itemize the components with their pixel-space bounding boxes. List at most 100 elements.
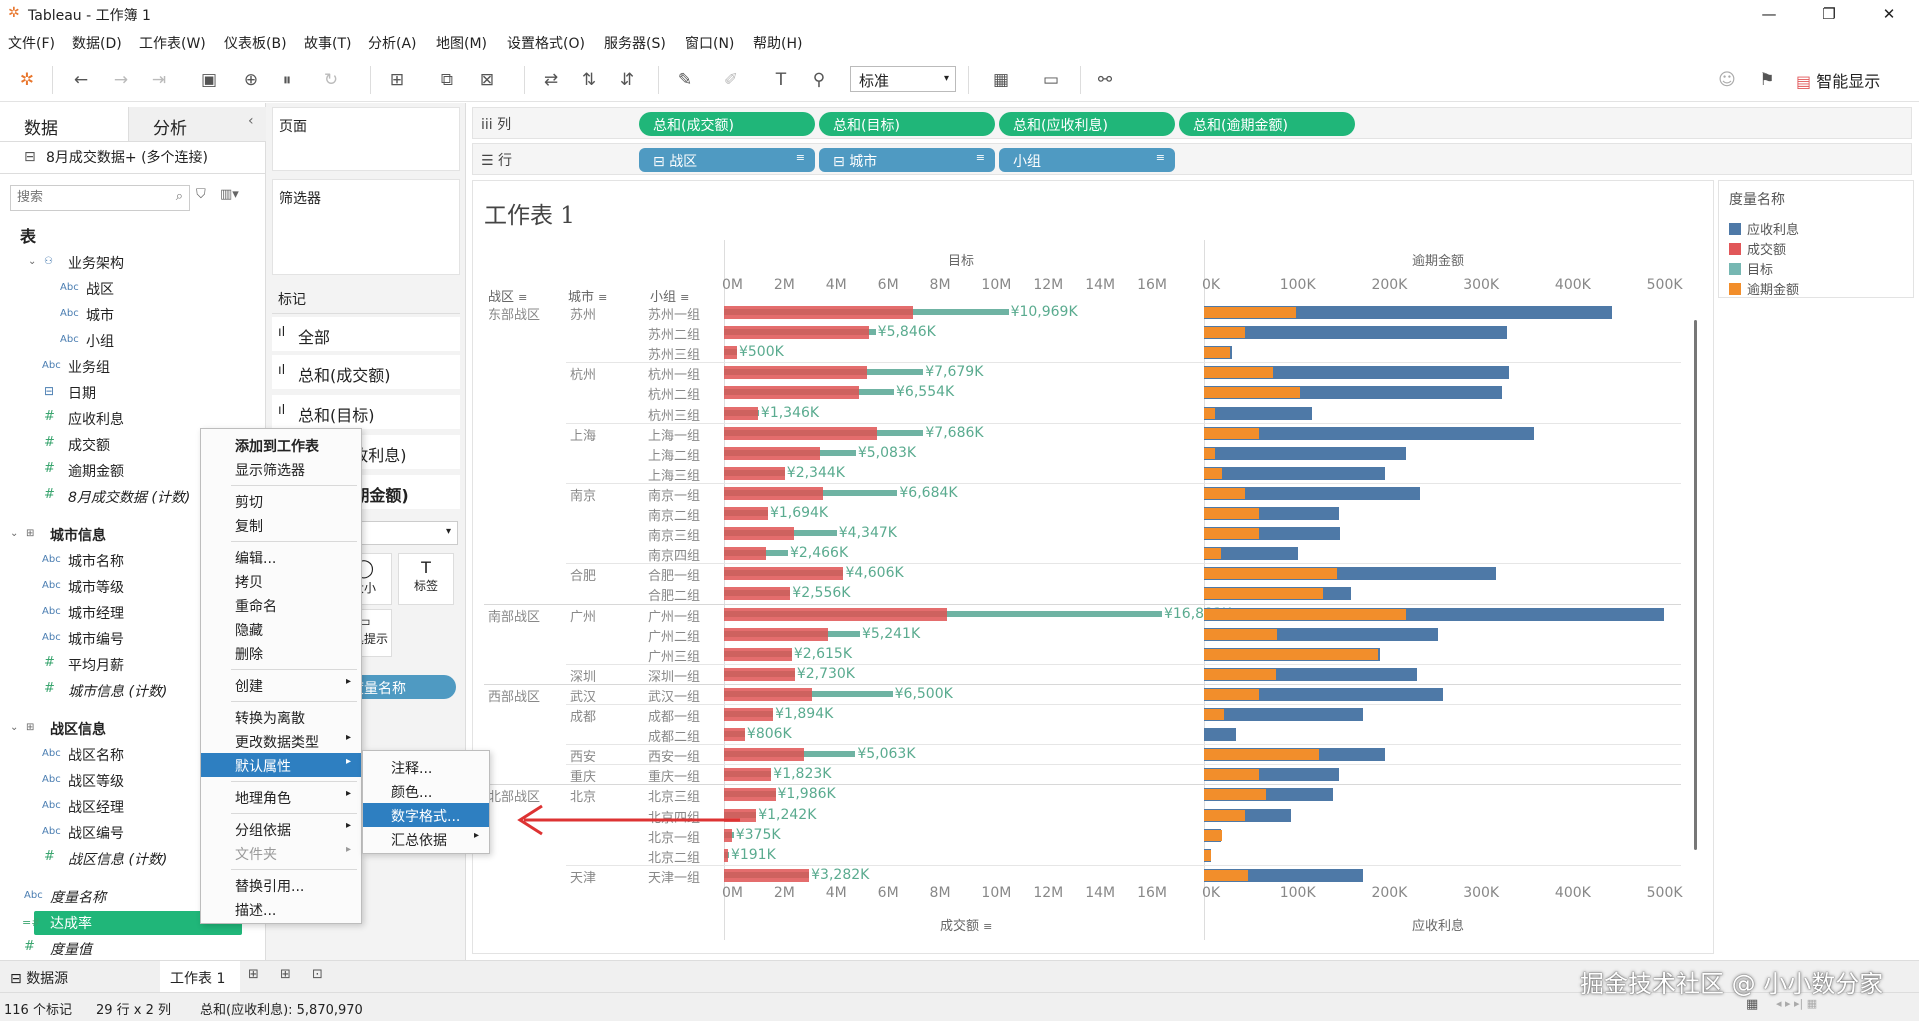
axis-title-sales[interactable]: 成交额 ≡ [940, 915, 992, 934]
tab-analysis[interactable]: 分析 [128, 107, 266, 141]
new-sheet-tab-icon[interactable]: ⊞ [248, 967, 259, 982]
view-options-icon[interactable]: ▥▾ [220, 187, 239, 202]
menu-cut[interactable]: 剪切 [201, 489, 361, 513]
menu-analysis[interactable]: 分析(A) [368, 33, 417, 53]
sort-desc-icon[interactable]: ⇵ [616, 70, 638, 90]
menu-group-by[interactable]: 分组依据 ▸ [201, 817, 361, 841]
clear-sheet-icon[interactable]: ⊠ [476, 70, 498, 90]
new-story-tab-icon[interactable]: ⊡ [312, 967, 323, 982]
filter-icon[interactable]: ⛉ [196, 187, 206, 202]
tab-data[interactable]: 数据 [0, 107, 128, 141]
grid-view-icon[interactable]: ▦ [1746, 997, 1758, 1012]
fit-select[interactable]: 标准 ▾ [850, 66, 956, 92]
group-icon[interactable]: ✐ [720, 70, 742, 90]
collapse-panel-icon[interactable]: ‹ [248, 113, 254, 129]
menu-rename[interactable]: 重命名 [201, 593, 361, 617]
undo-icon[interactable]: ← [70, 70, 92, 90]
menu-dashboard[interactable]: 仪表板(B) [224, 33, 287, 53]
pill-city[interactable]: ⊟ 城市 ≡ [819, 148, 995, 172]
header-zone[interactable]: 战区 ≡ [488, 286, 527, 305]
sheet-tab[interactable]: 工作表 1 [160, 961, 240, 992]
pill-sum-target[interactable]: 总和(目标) [819, 112, 995, 136]
menu-create[interactable]: 创建 ▸ [201, 673, 361, 697]
new-dashboard-tab-icon[interactable]: ⊞ [280, 967, 291, 982]
menu-delete[interactable]: 删除 [201, 641, 361, 665]
redo-icon[interactable]: → [110, 70, 132, 90]
menu-default-properties[interactable]: 默认属性 ▸ [201, 753, 361, 777]
menu-geo-role[interactable]: 地理角色 ▸ [201, 785, 361, 809]
minimize-button[interactable]: — [1746, 2, 1792, 26]
legend-item-target[interactable]: 目标 [1729, 259, 1773, 278]
submenu-comment[interactable]: 注释... [363, 755, 489, 779]
cards-icon[interactable]: ▦ [990, 70, 1012, 90]
datasource-name[interactable]: 8月成交数据+ (多个连接) [46, 147, 208, 167]
menu-replace-references[interactable]: 替换引用... [201, 873, 361, 897]
tables-heading: 表 [20, 227, 37, 246]
label-icon[interactable]: T [770, 70, 792, 90]
view-scrollbar[interactable] [1694, 320, 1697, 850]
pause-updates-icon[interactable]: ⏸ [276, 70, 298, 90]
legend-item-overdue[interactable]: 逾期金额 [1729, 279, 1799, 298]
new-datasource-icon[interactable]: ⊕ [240, 70, 262, 90]
menu-copy[interactable]: 复制 [201, 513, 361, 537]
pages-card[interactable]: 页面 [272, 107, 460, 171]
header-group[interactable]: 小组 ≡ [650, 286, 689, 305]
filters-card[interactable]: 筛选器 [272, 179, 460, 275]
label-button[interactable]: T 标签 [398, 553, 454, 605]
marks-sales[interactable]: ıl 总和(成交额) [272, 355, 460, 389]
menu-window[interactable]: 窗口(N) [685, 33, 734, 53]
header-city[interactable]: 城市 ≡ [568, 286, 607, 305]
marks-target[interactable]: ıl 总和(目标) [272, 395, 460, 429]
search-box[interactable]: ⌕ [10, 185, 190, 211]
close-button[interactable]: ✕ [1866, 2, 1912, 26]
menu-story[interactable]: 故事(T) [304, 33, 351, 53]
menu-describe[interactable]: 描述... [201, 897, 361, 921]
show-me-button[interactable]: ▤ 智能显示 [1796, 68, 1880, 92]
pill-zone[interactable]: ⊟ 战区 ≡ [639, 148, 815, 172]
maximize-button[interactable]: ❐ [1806, 2, 1852, 26]
marks-all[interactable]: ıl 全部 [272, 317, 460, 351]
menu-help[interactable]: 帮助(H) [753, 33, 802, 53]
legend-swatch [1729, 283, 1741, 295]
menu-data[interactable]: 数据(D) [72, 33, 122, 53]
columns-shelf[interactable]: iii 列 总和(成交额) 总和(目标) 总和(应收利息) 总和(逾期金额) [472, 107, 1912, 139]
search-input[interactable] [11, 186, 161, 208]
pill-sum-sales[interactable]: 总和(成交额) [639, 112, 815, 136]
presentation-icon[interactable]: ▭ [1040, 70, 1062, 90]
replay-icon[interactable]: ⇥ [148, 70, 170, 90]
menu-map[interactable]: 地图(M) [436, 33, 487, 53]
pill-sum-interest[interactable]: 总和(应收利息) [999, 112, 1175, 136]
legend-item-interest[interactable]: 应收利息 [1729, 219, 1799, 238]
share-icon[interactable]: ⚯ [1094, 70, 1116, 90]
menu-convert-discrete[interactable]: 转换为离散 [201, 705, 361, 729]
legend-item-sales[interactable]: 成交额 [1729, 239, 1786, 258]
save-icon[interactable]: ▣ [198, 70, 220, 90]
menu-file[interactable]: 文件(F) [8, 33, 55, 53]
tooltip-icon[interactable]: ⚑ [1756, 70, 1778, 90]
tableau-home-icon[interactable]: ✲ [16, 70, 38, 90]
menu-worksheet[interactable]: 工作表(W) [139, 33, 206, 53]
menu-server[interactable]: 服务器(S) [604, 33, 666, 53]
menu-duplicate[interactable]: 拷贝 [201, 569, 361, 593]
menu-change-type[interactable]: 更改数据类型 ▸ [201, 729, 361, 753]
rows-shelf[interactable]: ☰ 行 ⊟ 战区 ≡ ⊟ 城市 ≡ 小组 ≡ [472, 143, 1912, 175]
sort-asc-icon[interactable]: ⇅ [578, 70, 600, 90]
menu-show-filter[interactable]: 显示筛选器 [201, 457, 361, 481]
submenu-number-format[interactable]: 数字格式... [363, 803, 489, 827]
menu-edit[interactable]: 编辑... [201, 545, 361, 569]
pill-group[interactable]: 小组 ≡ [999, 148, 1175, 172]
submenu-color[interactable]: 颜色... [363, 779, 489, 803]
menu-add-to-sheet[interactable]: 添加到工作表 [201, 433, 361, 457]
pin-icon[interactable]: ⚲ [808, 70, 830, 90]
menu-hide[interactable]: 隐藏 [201, 617, 361, 641]
datasource-tab[interactable]: ⊟ 数据源 [10, 968, 68, 988]
new-sheet-icon[interactable]: ⊞ [386, 70, 408, 90]
pill-sum-overdue[interactable]: 总和(逾期金额) [1179, 112, 1355, 136]
highlight-icon[interactable]: ✎ [674, 70, 696, 90]
swap-icon[interactable]: ⇄ [540, 70, 562, 90]
refresh-icon[interactable]: ↻ [320, 70, 342, 90]
submenu-aggregation[interactable]: 汇总依据 ▸ [363, 827, 489, 851]
duplicate-sheet-icon[interactable]: ⧉ [436, 70, 458, 90]
ask-data-icon[interactable]: ☺ [1716, 70, 1738, 90]
menu-format[interactable]: 设置格式(O) [507, 33, 585, 53]
